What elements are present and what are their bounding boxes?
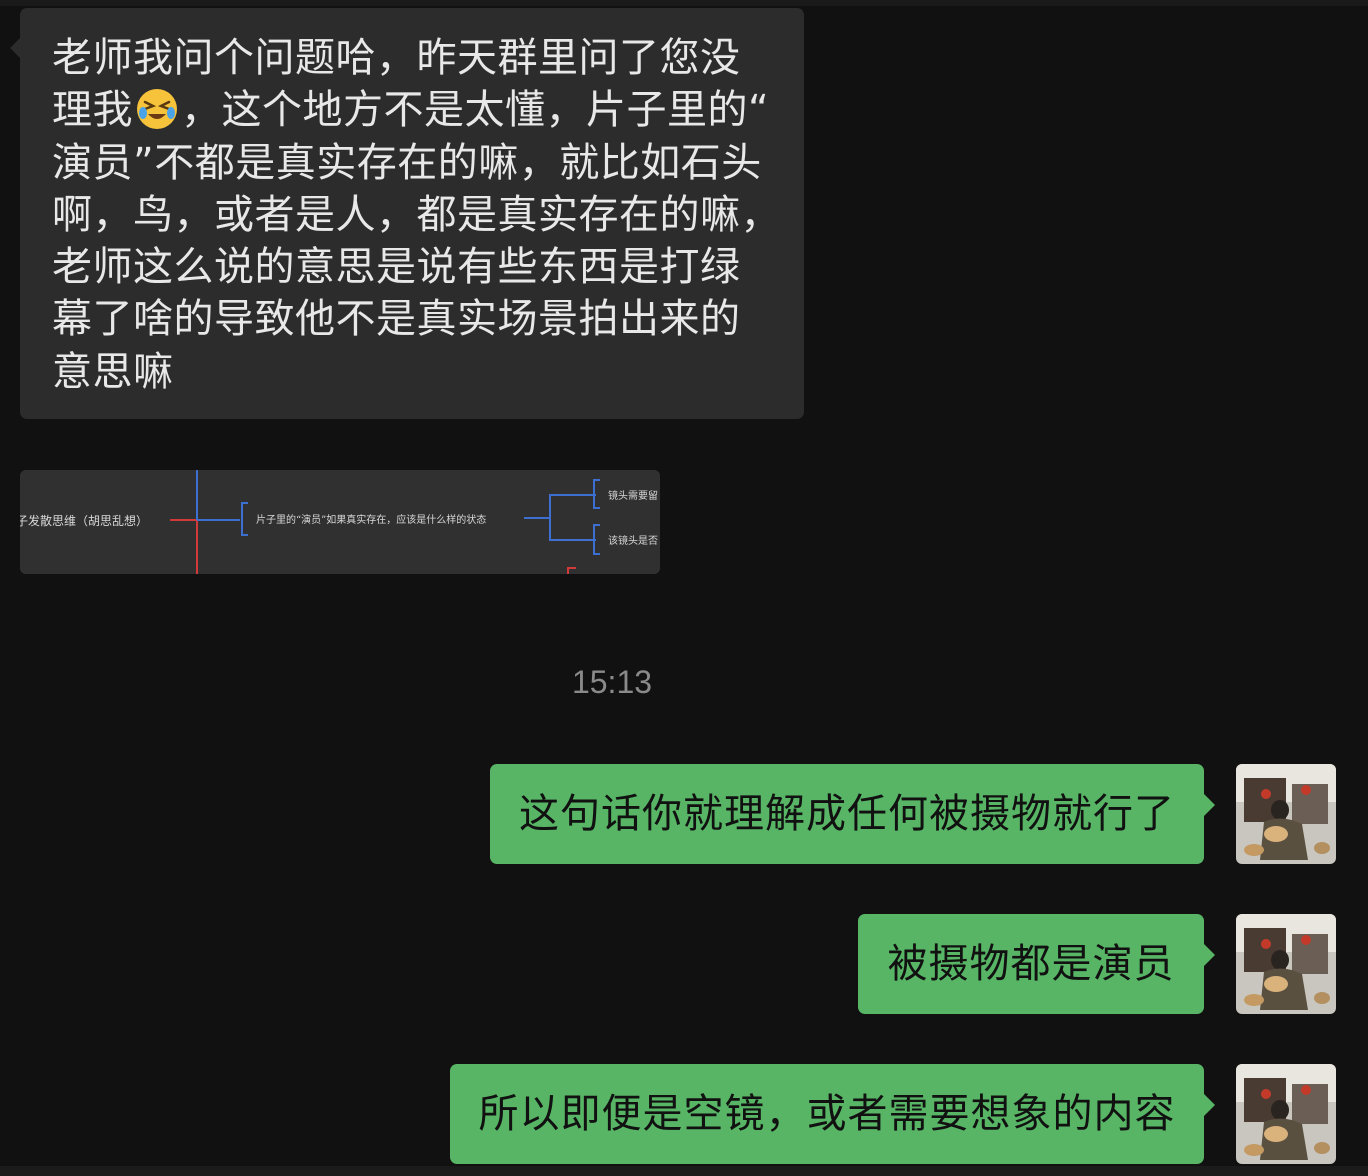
message-line: 理我 [52, 87, 133, 134]
mindmap-image-message[interactable]: 子发散思维（胡思乱想） 片子里的“演员”如果真实存在，应该是什么样的状态 镜头需… [20, 470, 660, 574]
crying-laughing-emoji-icon [135, 87, 179, 131]
bubble-tail [10, 38, 20, 58]
incoming-message-bubble[interactable]: 老师我问个问题哈，昨天群里问了您没 理我 ，这个地方不是太懂，片子里的“ 演员”… [10, 8, 804, 419]
incoming-message-text: 老师我问个问题哈，昨天群里问了您没 理我 ，这个地方不是太懂，片子里的“ 演员”… [52, 32, 781, 398]
outgoing-message-text: 这句话你就理解成任何被摄物就行了 [519, 791, 1175, 837]
message-line: 演员”不都是真实存在的嘛，就比如石头 [52, 139, 762, 186]
mindmap-root-node: 子发散思维（胡思乱想） [20, 513, 148, 528]
outgoing-message-text: 所以即便是空镜，或者需要想象的内容 [478, 1091, 1176, 1137]
bubble-tail [1204, 1094, 1215, 1116]
mindmap-branch-node: 镜头需要留 [608, 489, 658, 502]
message-timestamp: 15:13 [571, 664, 653, 700]
chat-screen: 老师我问个问题哈，昨天群里问了您没 理我 ，这个地方不是太懂，片子里的“ 演员”… [0, 0, 1368, 1176]
message-line: 意思嘛 [52, 348, 174, 395]
outgoing-message-bubble[interactable]: 所以即便是空镜，或者需要想象的内容 [450, 1064, 1215, 1164]
avatar[interactable] [1236, 1064, 1336, 1164]
outgoing-message-bubble[interactable]: 这句话你就理解成任何被摄物就行了 [490, 764, 1215, 864]
mindmap-middle-node: 片子里的“演员”如果真实存在，应该是什么样的状态 [256, 513, 486, 526]
message-line: 老师这么说的意思是说有些东西是打绿 [52, 244, 741, 291]
bubble-tail [1204, 794, 1215, 816]
message-line: 啊，鸟，或者是人，都是真实存在的嘛， [52, 191, 781, 238]
avatar[interactable] [1236, 914, 1336, 1014]
mindmap-branch-node: 该镜头是否 [608, 534, 658, 547]
top-edge [0, 0, 1368, 6]
bottom-edge [0, 1166, 1368, 1176]
outgoing-message-bubble[interactable]: 被摄物都是演员 [858, 914, 1215, 1014]
message-line: ，这个地方不是太懂，片子里的“ [181, 87, 770, 134]
message-line: 老师我问个问题哈，昨天群里问了您没 [52, 35, 741, 81]
outgoing-message-text: 被摄物都是演员 [887, 941, 1175, 987]
bubble-tail [1204, 944, 1215, 966]
message-line: 幕了啥的导致他不是真实场景拍出来的 [52, 296, 741, 343]
avatar[interactable] [1236, 764, 1336, 864]
